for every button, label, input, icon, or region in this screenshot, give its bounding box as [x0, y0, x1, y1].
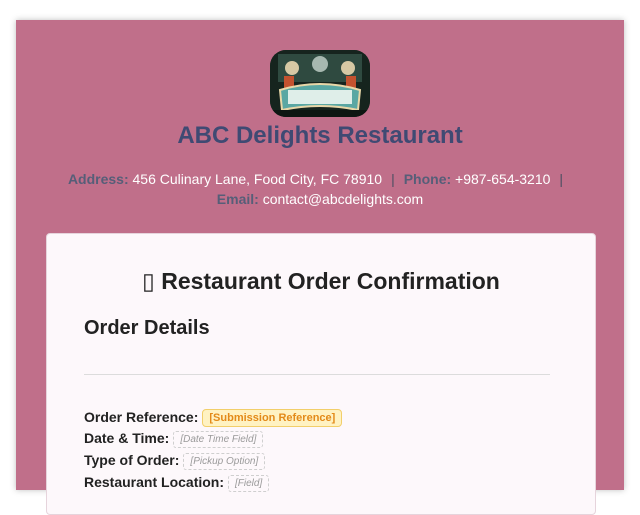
- separator: |: [391, 171, 395, 187]
- section-title: Order Details: [84, 317, 210, 339]
- date-time-row: Date & Time: [Date Time Field]: [84, 430, 264, 448]
- order-card: ▯ Restaurant Order Confirmation Order De…: [46, 233, 596, 515]
- order-reference-badge: [Submission Reference]: [202, 409, 343, 427]
- date-time-field: [Date Time Field]: [173, 431, 264, 448]
- card-title-text: Restaurant Order Confirmation: [161, 268, 500, 294]
- card-title: ▯ Restaurant Order Confirmation: [47, 268, 595, 295]
- separator: |: [559, 171, 564, 187]
- field-label: Order Reference:: [84, 409, 199, 425]
- restaurant-name: ABC Delights Restaurant: [177, 122, 463, 149]
- address-label: Address:: [67, 171, 129, 187]
- field-label: Date & Time:: [84, 430, 170, 446]
- field-label: Restaurant Location:: [84, 474, 225, 490]
- phone-value: +987-654-3210: [455, 171, 551, 187]
- restaurant-location-field: [Field]: [228, 475, 270, 492]
- order-reference-row: Order Reference: [Submission Reference]: [84, 409, 343, 427]
- restaurant-logo: [270, 50, 370, 117]
- divider: [84, 374, 550, 375]
- restaurant-location-row: Restaurant Location: [Field]: [84, 474, 270, 492]
- order-type-row: Type of Order: [Pickup Option]: [84, 452, 266, 470]
- receipt-icon: ▯: [142, 268, 155, 294]
- email-value[interactable]: contact@abcdelights.com: [263, 191, 424, 207]
- page-background: ABC Delights Restaurant Address: 456 Cul…: [16, 20, 624, 515]
- phone-label: Phone:: [403, 171, 452, 187]
- contact-info: Address: 456 Culinary Lane, Food City, F…: [56, 169, 584, 209]
- email-label: Email:: [216, 191, 259, 207]
- order-type-field: [Pickup Option]: [183, 453, 266, 470]
- address-value: 456 Culinary Lane, Food City, FC 78910: [132, 171, 383, 187]
- field-label: Type of Order:: [84, 452, 180, 468]
